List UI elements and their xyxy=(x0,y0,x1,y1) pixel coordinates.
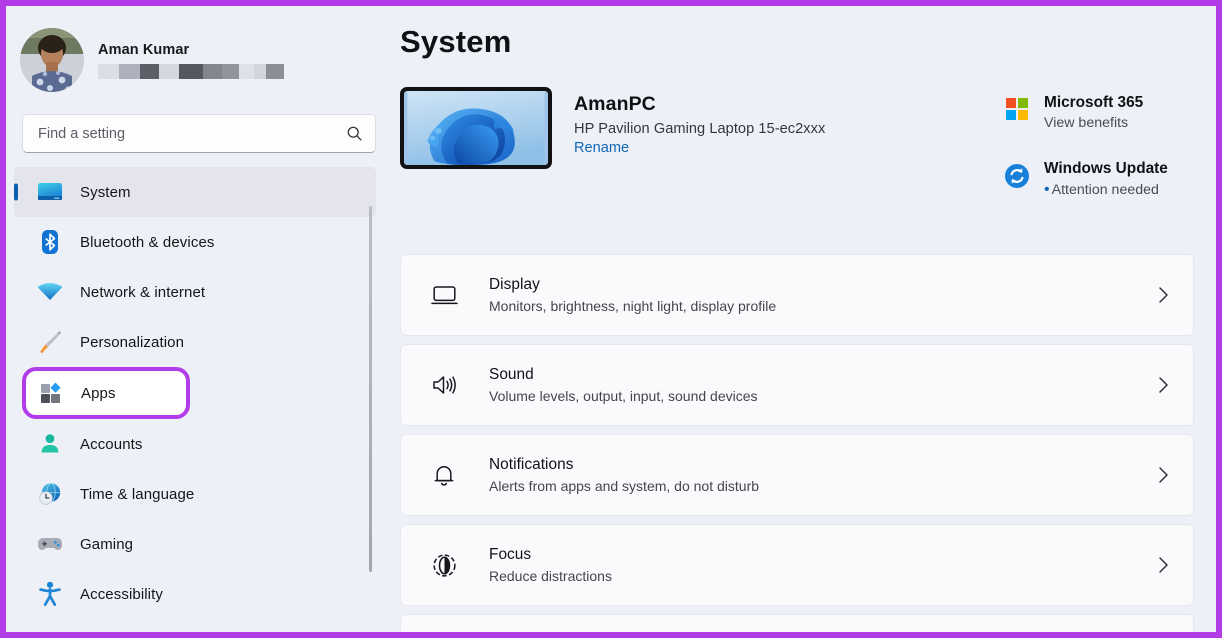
sidebar-item-personalization[interactable]: Personalization xyxy=(14,317,376,367)
globe-clock-icon xyxy=(35,479,65,509)
profile-text: Aman Kumar xyxy=(98,42,284,79)
sidebar-item-label: Accessibility xyxy=(80,585,163,603)
monitor-icon xyxy=(35,177,65,207)
sidebar-scrollbar[interactable] xyxy=(369,206,372,572)
search-input[interactable] xyxy=(38,125,346,142)
sidebar-item-apps[interactable]: Apps xyxy=(22,367,190,419)
card-text: Focus Reduce distractions xyxy=(489,546,612,584)
bluetooth-icon xyxy=(35,227,65,257)
card-subtitle: Monitors, brightness, night light, displ… xyxy=(489,298,777,314)
chevron-right-icon[interactable] xyxy=(1158,286,1175,304)
chevron-right-icon[interactable] xyxy=(1158,556,1175,574)
gamepad-icon xyxy=(35,529,65,559)
device-name: AmanPC xyxy=(574,93,656,115)
sidebar-item-time-language[interactable]: Time & language xyxy=(14,469,376,519)
card-title: Display xyxy=(489,276,540,293)
windows-update-status-text: Attention needed xyxy=(1051,182,1159,198)
profile-name: Aman Kumar xyxy=(98,41,190,58)
chevron-right-icon[interactable] xyxy=(1158,466,1175,484)
windows-update-status: • Attention needed xyxy=(1044,181,1168,199)
windows11-bloom-wallpaper xyxy=(407,91,545,165)
sidebar-item-label: Gaming xyxy=(80,535,134,553)
attention-dot-icon: • xyxy=(1044,181,1050,198)
microsoft-365-subtitle[interactable]: View benefits xyxy=(1044,115,1143,131)
paintbrush-icon xyxy=(35,327,65,357)
focus-icon xyxy=(429,553,459,578)
settings-card-next-partial[interactable] xyxy=(400,614,1194,632)
settings-card-sound[interactable]: Sound Volume levels, output, input, soun… xyxy=(400,344,1194,426)
sidebar-item-label: System xyxy=(80,183,131,201)
settings-card-notifications[interactable]: Notifications Alerts from apps and syste… xyxy=(400,434,1194,516)
wifi-icon xyxy=(35,277,65,307)
sidebar-item-bluetooth-devices[interactable]: Bluetooth & devices xyxy=(14,217,376,267)
rename-link[interactable]: Rename xyxy=(574,140,629,156)
sidebar-nav: System Bluetooth & devices Network & int… xyxy=(6,167,392,619)
settings-card-display[interactable]: Display Monitors, brightness, night ligh… xyxy=(400,254,1194,336)
device-thumbnail xyxy=(400,87,552,169)
main-content: System AmanPC HP Pavilion Gaming Laptop … xyxy=(392,6,1216,632)
sidebar-item-network-internet[interactable]: Network & internet xyxy=(14,267,376,317)
top-right-panel: Microsoft 365 View benefits Windows Upda… xyxy=(1004,94,1204,199)
apps-icon xyxy=(36,378,66,408)
windows-update-block[interactable]: Windows Update • Attention needed xyxy=(1004,160,1204,199)
search-box[interactable] xyxy=(22,114,376,153)
page-title: System xyxy=(400,24,512,59)
sidebar-item-label: Network & internet xyxy=(80,283,206,301)
sidebar-item-label: Accounts xyxy=(80,435,143,453)
selection-indicator xyxy=(14,183,18,201)
sidebar-item-accessibility[interactable]: Accessibility xyxy=(14,569,376,619)
avatar-photo xyxy=(20,28,84,92)
person-icon xyxy=(35,429,65,459)
speaker-icon xyxy=(429,373,459,397)
masked-email xyxy=(98,63,284,79)
accessibility-icon xyxy=(35,579,65,609)
sidebar-item-gaming[interactable]: Gaming xyxy=(14,519,376,569)
card-subtitle: Reduce distractions xyxy=(489,568,612,584)
device-info: AmanPC HP Pavilion Gaming Laptop 15-ec2x… xyxy=(574,87,825,157)
card-title: Sound xyxy=(489,366,534,383)
microsoft-365-block[interactable]: Microsoft 365 View benefits xyxy=(1004,94,1204,131)
card-subtitle: Volume levels, output, input, sound devi… xyxy=(489,388,758,404)
settings-window: Aman Kumar Find a setting System Bluetoo… xyxy=(6,6,1216,632)
windows-update-sync-icon xyxy=(1004,160,1030,189)
settings-card-list: Display Monitors, brightness, night ligh… xyxy=(400,254,1194,632)
sidebar: Aman Kumar Find a setting System Bluetoo… xyxy=(6,6,392,632)
sidebar-item-system[interactable]: System xyxy=(14,167,376,217)
sidebar-item-label: Apps xyxy=(81,384,116,402)
card-text: Sound Volume levels, output, input, soun… xyxy=(489,366,758,404)
card-title: Notifications xyxy=(489,456,574,473)
device-model: HP Pavilion Gaming Laptop 15-ec2xxx xyxy=(574,121,826,137)
search-section xyxy=(6,98,392,153)
card-subtitle: Alerts from apps and system, do not dist… xyxy=(489,478,760,494)
sidebar-item-label: Time & language xyxy=(80,485,195,503)
sidebar-item-label: Personalization xyxy=(80,333,185,351)
search-icon[interactable] xyxy=(346,125,363,142)
chevron-right-icon[interactable] xyxy=(1158,376,1175,394)
microsoft-logo-icon xyxy=(1004,94,1030,121)
card-text: Display Monitors, brightness, night ligh… xyxy=(489,276,776,314)
sidebar-item-accounts[interactable]: Accounts xyxy=(14,419,376,469)
card-text: Notifications Alerts from apps and syste… xyxy=(489,456,759,494)
card-title: Focus xyxy=(489,546,532,563)
settings-card-focus[interactable]: Focus Reduce distractions xyxy=(400,524,1194,606)
sidebar-item-label: Bluetooth & devices xyxy=(80,233,215,251)
windows-update-title: Windows Update xyxy=(1044,160,1168,177)
microsoft-365-title: Microsoft 365 xyxy=(1044,94,1144,111)
profile-section[interactable]: Aman Kumar xyxy=(6,6,392,98)
avatar[interactable] xyxy=(20,28,84,92)
bell-icon xyxy=(429,463,459,488)
display-monitor-icon xyxy=(429,284,459,306)
